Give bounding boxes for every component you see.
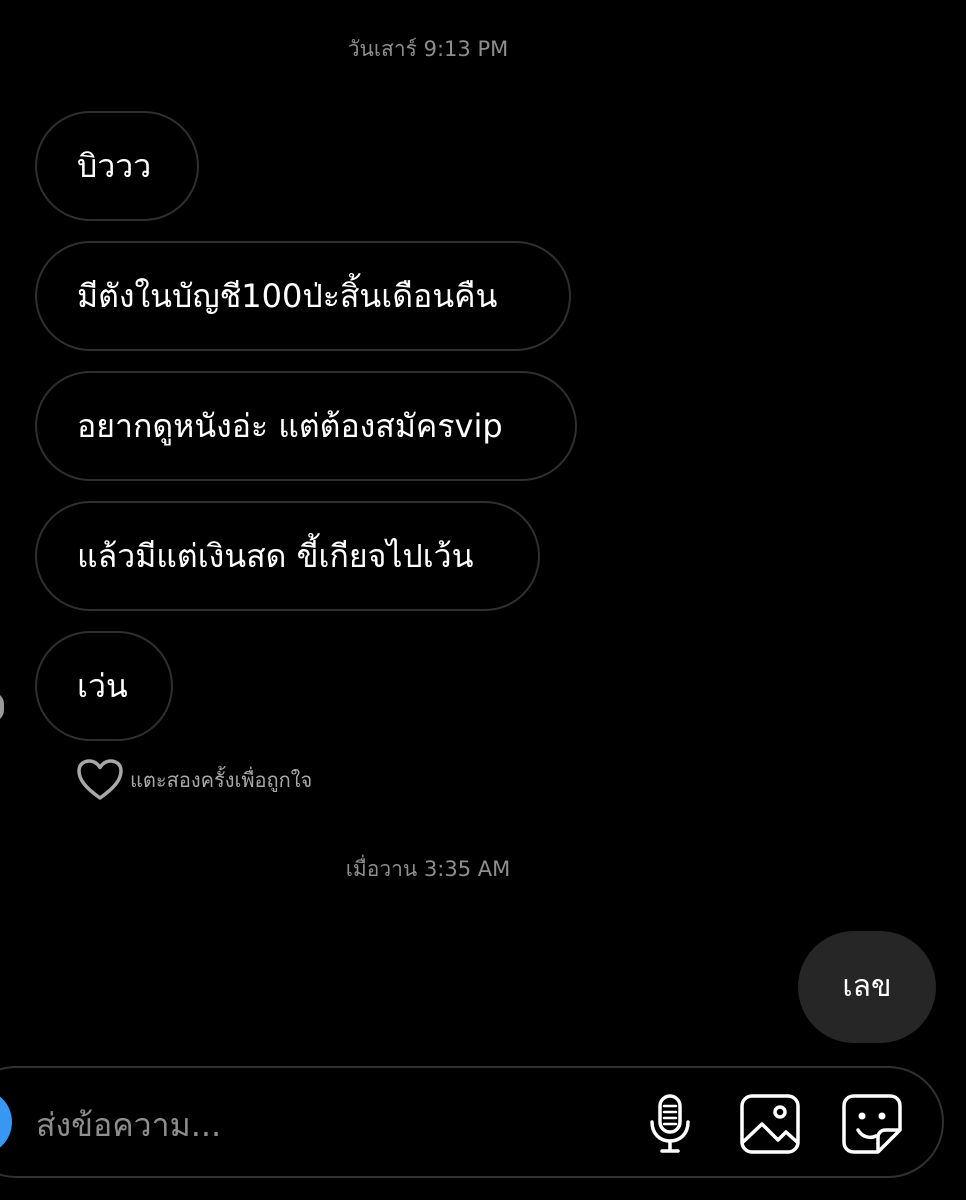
outgoing-message[interactable]: เลข	[798, 931, 936, 1043]
sender-avatar[interactable]	[0, 692, 4, 722]
incoming-message[interactable]: เว่น	[35, 631, 173, 741]
heart-icon[interactable]	[76, 758, 124, 802]
double-tap-like-hint: แตะสองครั้งเพื่อถูกใจ	[76, 758, 312, 802]
timestamp-saturday: วันเสาร์ 9:13 PM	[347, 37, 509, 61]
microphone-icon[interactable]	[638, 1092, 702, 1156]
incoming-message[interactable]: อยากดูหนังอ่ะ แต่ต้องสมัครvip	[35, 371, 577, 481]
incoming-message[interactable]: บิววว	[35, 111, 199, 221]
incoming-message[interactable]: มีตังในบัญชี100ป่ะสิ้นเดือนคืน	[35, 241, 571, 351]
incoming-message[interactable]: แล้วมีแต่เงินสด ขี้เกียจไปเว้น	[35, 501, 540, 611]
sticker-icon[interactable]	[840, 1092, 904, 1156]
timestamp-yesterday: เมื่อวาน 3:35 AM	[345, 857, 511, 881]
like-hint-text: แตะสองครั้งเพื่อถูกใจ	[130, 768, 313, 792]
image-icon[interactable]	[738, 1092, 802, 1156]
message-input[interactable]: ส่งข้อความ...	[36, 1100, 221, 1150]
